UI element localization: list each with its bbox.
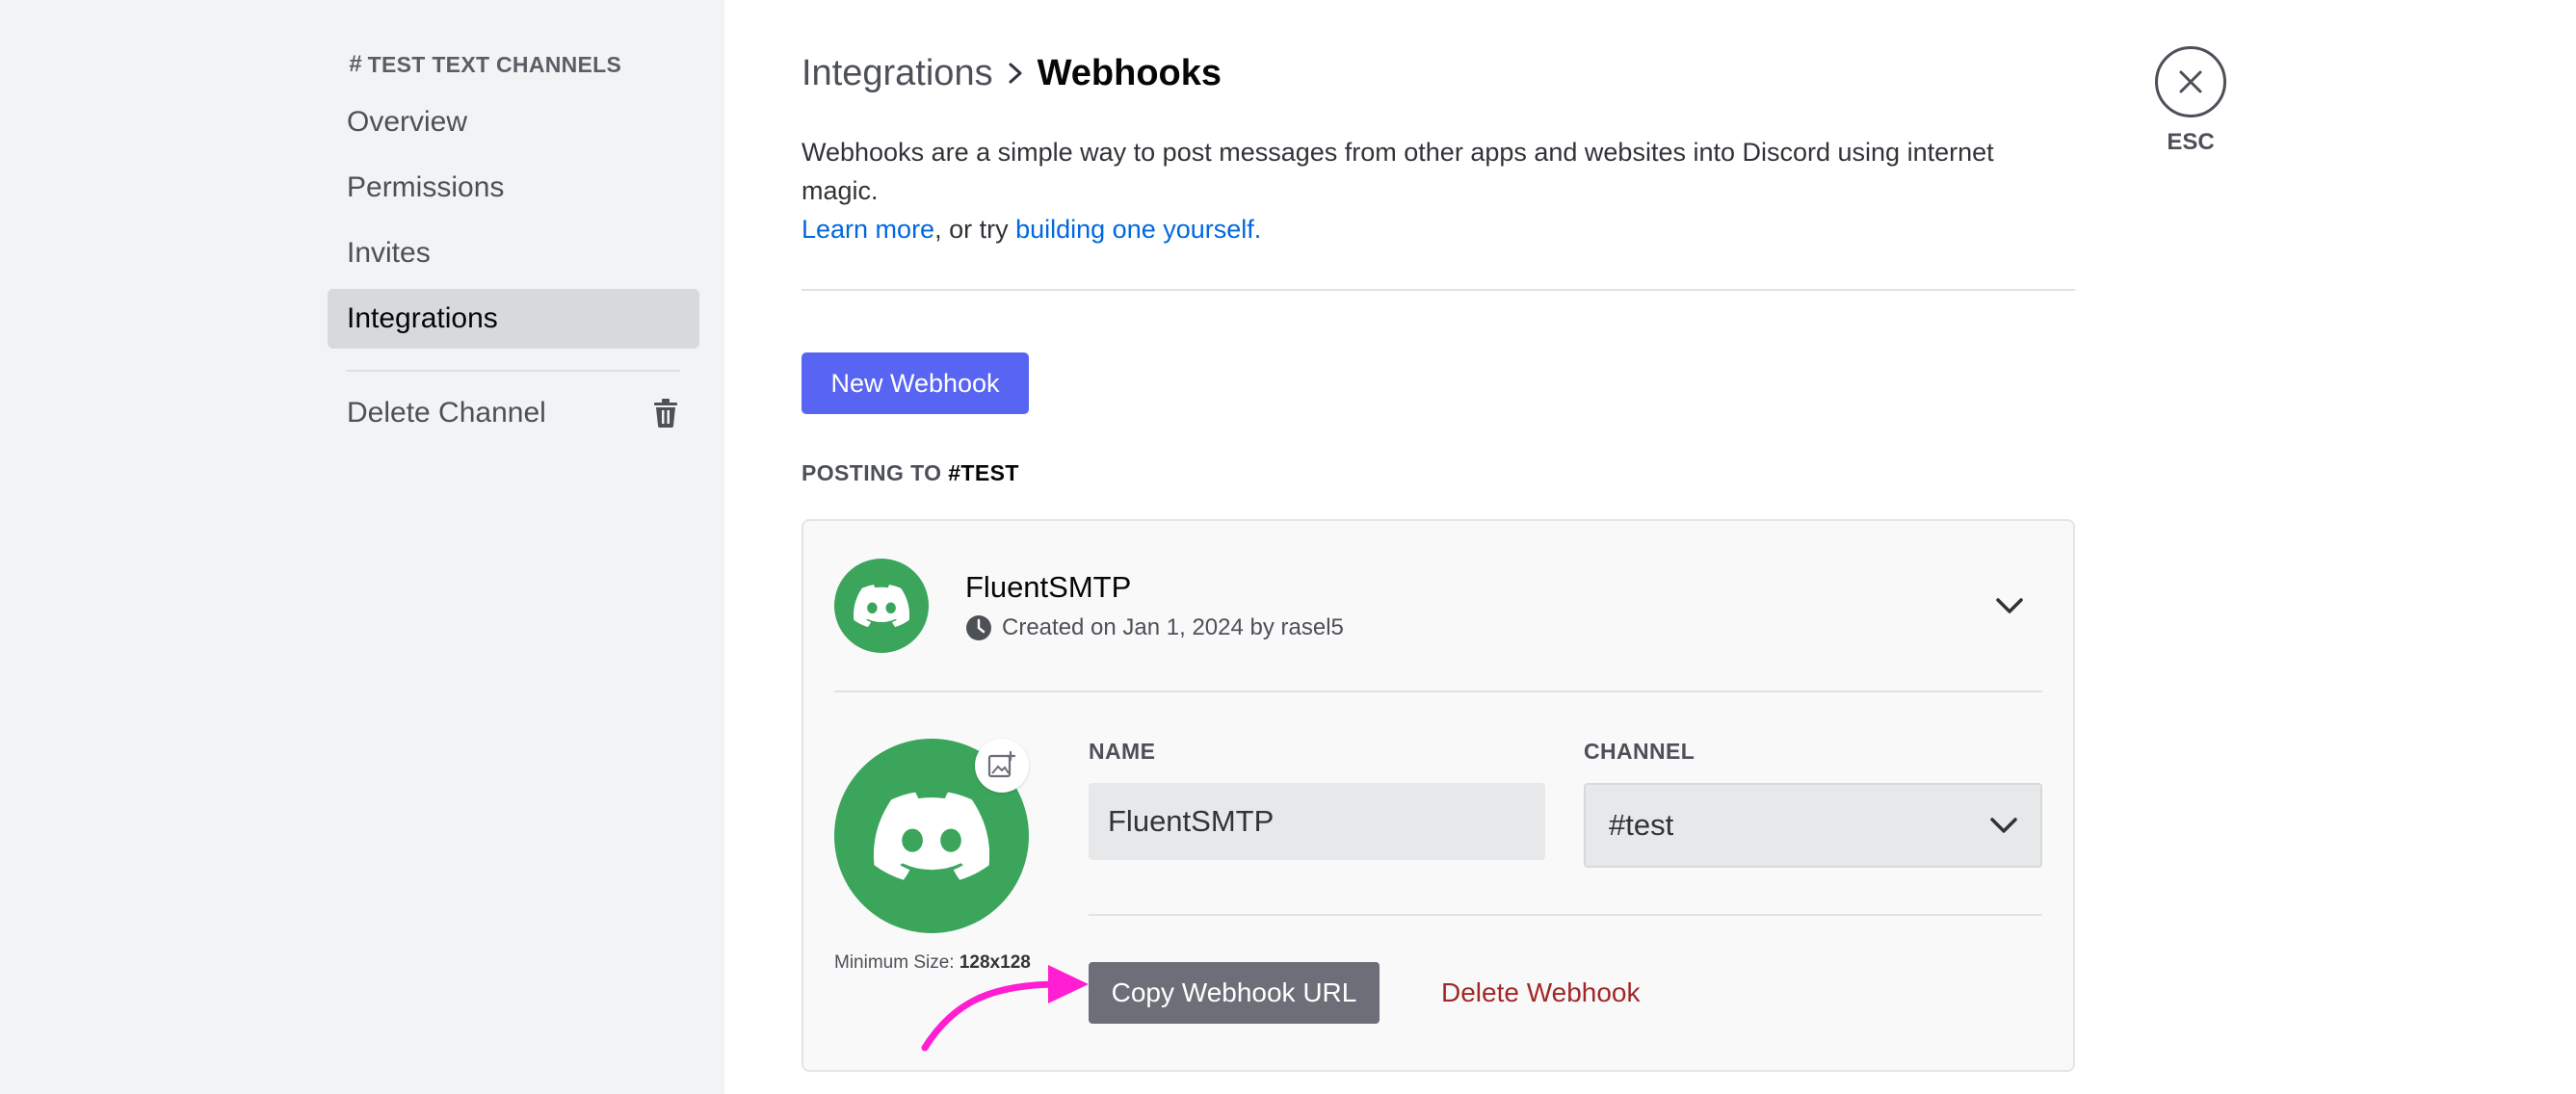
clock-icon	[966, 615, 991, 640]
sidebar-item-overview[interactable]: Overview	[328, 92, 699, 152]
page-description: Webhooks are a simple way to post messag…	[802, 133, 2075, 248]
sidebar-item-label: Overview	[347, 106, 468, 138]
webhook-name: FluentSMTP	[965, 570, 1132, 604]
sidebar-item-delete-channel[interactable]: Delete Channel	[328, 383, 699, 443]
sidebar-section-header: # TEST TEXT CHANNELS	[328, 48, 699, 81]
section-divider	[802, 289, 2075, 291]
settings-sidebar: # TEST TEXT CHANNELS Overview Permission…	[0, 0, 724, 1094]
chevron-down-icon	[1990, 818, 2017, 833]
posting-prefix: POSTING TO	[802, 460, 949, 485]
chevron-right-icon	[1009, 63, 1022, 84]
webhook-card-header[interactable]: FluentSMTP Created on Jan 1, 2024 by ras…	[834, 558, 2042, 654]
breadcrumb: Integrations Webhooks	[802, 48, 2075, 98]
discord-logo-icon	[874, 792, 989, 880]
trash-icon	[651, 397, 680, 430]
channel-select[interactable]: #test	[1584, 783, 2042, 868]
webhook-created: Created on Jan 1, 2024 by rasel5	[965, 614, 1344, 641]
page-title: Webhooks	[1037, 52, 1222, 93]
sidebar-item-label: Delete Channel	[347, 397, 546, 429]
delete-webhook-button[interactable]: Delete Webhook	[1441, 962, 1641, 1024]
created-text: Created on Jan 1, 2024 by rasel5	[1002, 614, 1344, 640]
building-one-yourself-link[interactable]: building one yourself.	[1015, 215, 1261, 244]
webhook-name-input[interactable]	[1089, 783, 1545, 860]
esc-label: ESC	[2167, 129, 2215, 155]
sidebar-item-integrations[interactable]: Integrations	[328, 289, 699, 349]
sidebar-nav: # TEST TEXT CHANNELS Overview Permission…	[328, 48, 699, 443]
sidebar-section-title: TEST TEXT CHANNELS	[367, 51, 622, 77]
webhook-avatar	[834, 559, 929, 653]
copy-webhook-url-button[interactable]: Copy Webhook URL	[1089, 962, 1380, 1024]
name-field-label: NAME	[1089, 739, 1156, 764]
description-text: Webhooks are a simple way to post messag…	[802, 138, 1994, 205]
posting-channel: #TEST	[948, 460, 1019, 485]
discord-logo-icon	[854, 585, 909, 627]
sidebar-item-invites[interactable]: Invites	[328, 223, 699, 283]
learn-more-link[interactable]: Learn more	[802, 215, 934, 244]
webhooks-panel: Integrations Webhooks Webhooks are a sim…	[802, 48, 2075, 1072]
new-webhook-button[interactable]: New Webhook	[802, 352, 1029, 414]
posting-to-header: POSTING TO #TEST	[802, 460, 2075, 486]
form-divider	[1089, 914, 2042, 916]
close-settings: ESC	[2152, 46, 2229, 156]
card-divider	[834, 690, 2042, 692]
sidebar-item-permissions[interactable]: Permissions	[328, 158, 699, 218]
annotation-arrow-icon	[921, 965, 1089, 1052]
channel-field-label: CHANNEL	[1584, 739, 1695, 764]
channel-select-value: #test	[1609, 808, 1674, 842]
avatar-upload	[834, 739, 1029, 933]
webhook-summary: FluentSMTP Created on Jan 1, 2024 by ras…	[965, 570, 1344, 641]
chevron-down-icon[interactable]	[1990, 590, 2029, 621]
description-middle: , or try	[934, 215, 1016, 244]
sidebar-item-label: Integrations	[347, 302, 498, 334]
sidebar-item-label: Invites	[347, 237, 431, 269]
close-icon	[2179, 70, 2202, 93]
breadcrumb-integrations[interactable]: Integrations	[802, 53, 993, 94]
add-image-icon[interactable]	[975, 739, 1029, 793]
sidebar-item-label: Permissions	[347, 171, 505, 203]
main-content: Integrations Webhooks Webhooks are a sim…	[724, 0, 2576, 1094]
hash-icon: #	[349, 51, 362, 77]
sidebar-divider	[347, 370, 680, 372]
close-button[interactable]	[2155, 46, 2226, 117]
